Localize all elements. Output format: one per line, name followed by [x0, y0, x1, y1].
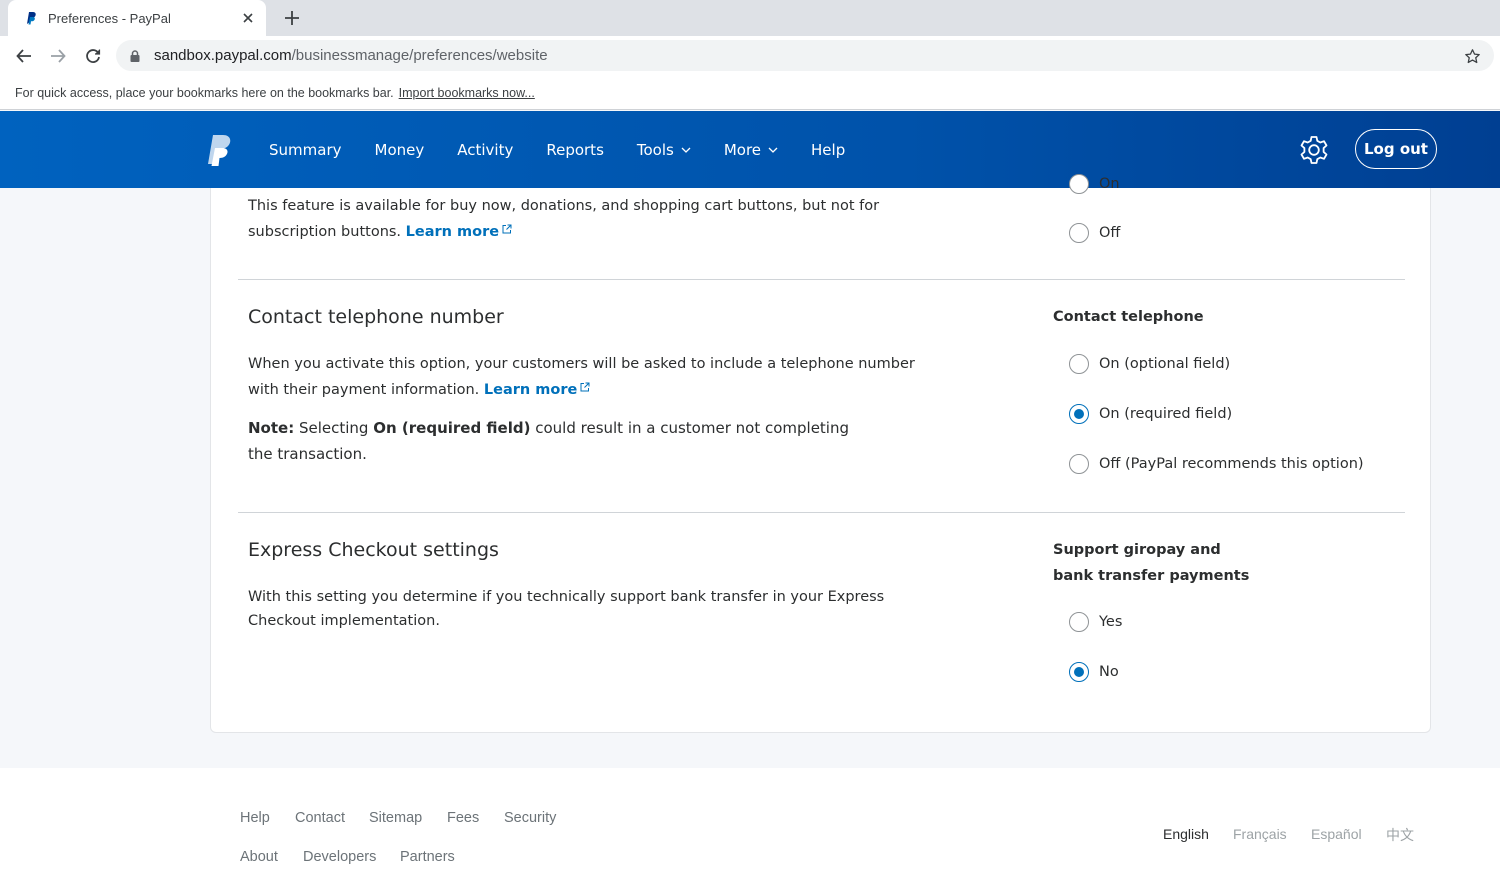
- external-link-icon: [580, 376, 590, 392]
- top-learn-more-label: Learn more: [405, 224, 500, 240]
- main-nav: Summary Money Activity Reports Tools Mor…: [269, 111, 878, 188]
- url-path: /businessmanage/preferences/website: [291, 47, 548, 64]
- top-section-description: This feature is available for buy now, d…: [248, 194, 888, 244]
- nav-summary[interactable]: Summary: [269, 141, 342, 159]
- radio-button[interactable]: [1069, 612, 1089, 632]
- address-bar[interactable]: sandbox.paypal.com/businessmanage/prefer…: [116, 40, 1494, 71]
- telephone-radio-required[interactable]: On (required field): [1069, 404, 1232, 424]
- telephone-radio-off[interactable]: Off (PayPal recommends this option): [1069, 454, 1364, 474]
- telephone-description: When you activate this option, your cust…: [248, 352, 918, 402]
- footer-fees-link[interactable]: Fees: [447, 810, 479, 826]
- note-bold: On (required field): [373, 419, 531, 437]
- footer-security-link[interactable]: Security: [504, 810, 556, 826]
- section-divider: [238, 512, 1405, 513]
- browser-toolbar: sandbox.paypal.com/businessmanage/prefer…: [0, 36, 1500, 76]
- page-footer: Help Contact Sitemap Fees Security About…: [0, 768, 1500, 883]
- express-option-title-line2: bank transfer payments: [1053, 568, 1250, 584]
- note-label: Note:: [248, 419, 295, 437]
- radio-button[interactable]: [1069, 454, 1089, 474]
- language-spanish[interactable]: Español: [1311, 826, 1362, 842]
- footer-contact-link[interactable]: Contact: [295, 810, 345, 826]
- telephone-note: Note: Selecting On (required field) coul…: [248, 415, 868, 467]
- footer-about-link[interactable]: About: [240, 849, 278, 865]
- express-option-title: Support giropay and bank transfer paymen…: [1053, 537, 1249, 589]
- lock-icon: [128, 49, 142, 63]
- language-french[interactable]: Français: [1233, 826, 1287, 842]
- paypal-favicon-icon: [24, 10, 38, 26]
- paypal-header: Summary Money Activity Reports Tools Mor…: [0, 111, 1500, 188]
- radio-label: Off: [1099, 225, 1121, 241]
- settings-gear-icon[interactable]: [1297, 133, 1331, 167]
- tab-title: Preferences - PayPal: [48, 10, 171, 26]
- bookmarks-bar: For quick access, place your bookmarks h…: [0, 76, 1500, 110]
- preferences-card: This feature is available for buy now, d…: [210, 174, 1431, 733]
- footer-partners-link[interactable]: Partners: [400, 849, 455, 865]
- forward-arrow-icon[interactable]: [44, 42, 72, 70]
- bookmarks-hint: For quick access, place your bookmarks h…: [15, 85, 394, 100]
- import-bookmarks-link[interactable]: Import bookmarks now...: [399, 86, 535, 100]
- telephone-option-title: Contact telephone: [1053, 309, 1204, 325]
- nav-more[interactable]: More: [724, 141, 778, 159]
- radio-label: Off (PayPal recommends this option): [1099, 456, 1364, 472]
- top-learn-more-link[interactable]: Learn more: [406, 224, 512, 240]
- url-host: sandbox.paypal.com: [154, 47, 292, 64]
- radio-button-selected[interactable]: [1069, 662, 1089, 682]
- express-section-title: Express Checkout settings: [248, 539, 499, 561]
- reload-icon[interactable]: [79, 42, 107, 70]
- express-description: With this setting you determine if you t…: [248, 589, 885, 629]
- radio-button[interactable]: [1069, 354, 1089, 374]
- nav-tools[interactable]: Tools: [637, 141, 691, 159]
- language-english[interactable]: English: [1163, 826, 1209, 842]
- radio-label: Yes: [1099, 614, 1123, 630]
- back-arrow-icon[interactable]: [10, 42, 38, 70]
- radio-label: On: [1099, 176, 1120, 192]
- browser-tab-strip: Preferences - PayPal: [0, 0, 1500, 36]
- telephone-learn-more-link[interactable]: Learn more: [484, 382, 590, 398]
- browser-tab[interactable]: Preferences - PayPal: [8, 0, 266, 36]
- logout-button[interactable]: Log out: [1355, 129, 1437, 169]
- telephone-section-title: Contact telephone number: [248, 306, 504, 328]
- language-chinese[interactable]: 中文: [1386, 825, 1414, 845]
- telephone-radio-optional[interactable]: On (optional field): [1069, 354, 1230, 374]
- telephone-learn-more-label: Learn more: [483, 382, 578, 398]
- nav-money[interactable]: Money: [375, 141, 425, 159]
- express-radio-yes[interactable]: Yes: [1069, 612, 1122, 632]
- close-tab-icon[interactable]: [238, 8, 258, 28]
- chevron-down-icon: [768, 145, 778, 155]
- express-option-title-line1: Support giropay and: [1053, 542, 1221, 558]
- top-radio-off[interactable]: Off: [1069, 223, 1120, 243]
- footer-sitemap-link[interactable]: Sitemap: [369, 810, 422, 826]
- radio-label: No: [1099, 664, 1119, 680]
- radio-button[interactable]: [1069, 223, 1089, 243]
- external-link-icon: [502, 218, 512, 234]
- nav-reports[interactable]: Reports: [546, 141, 604, 159]
- paypal-logo-icon[interactable]: [204, 133, 234, 167]
- express-radio-no[interactable]: No: [1069, 662, 1119, 682]
- footer-developers-link[interactable]: Developers: [303, 849, 376, 865]
- chevron-down-icon: [681, 145, 691, 155]
- radio-button[interactable]: [1069, 174, 1089, 194]
- top-radio-on[interactable]: On: [1069, 174, 1120, 194]
- radio-label: On (optional field): [1099, 356, 1231, 372]
- nav-more-label: More: [723, 140, 762, 159]
- bookmark-star-icon[interactable]: [1462, 46, 1482, 66]
- new-tab-icon[interactable]: [280, 6, 304, 30]
- nav-activity[interactable]: Activity: [457, 141, 513, 159]
- radio-button-selected[interactable]: [1069, 404, 1089, 424]
- radio-label: On (required field): [1099, 406, 1233, 422]
- note-pre: Selecting: [298, 419, 369, 437]
- nav-tools-label: Tools: [636, 140, 674, 159]
- nav-help[interactable]: Help: [811, 141, 845, 159]
- footer-help-link[interactable]: Help: [240, 810, 270, 826]
- top-section-text: This feature is available for buy now, d…: [248, 198, 880, 240]
- section-divider: [238, 279, 1405, 280]
